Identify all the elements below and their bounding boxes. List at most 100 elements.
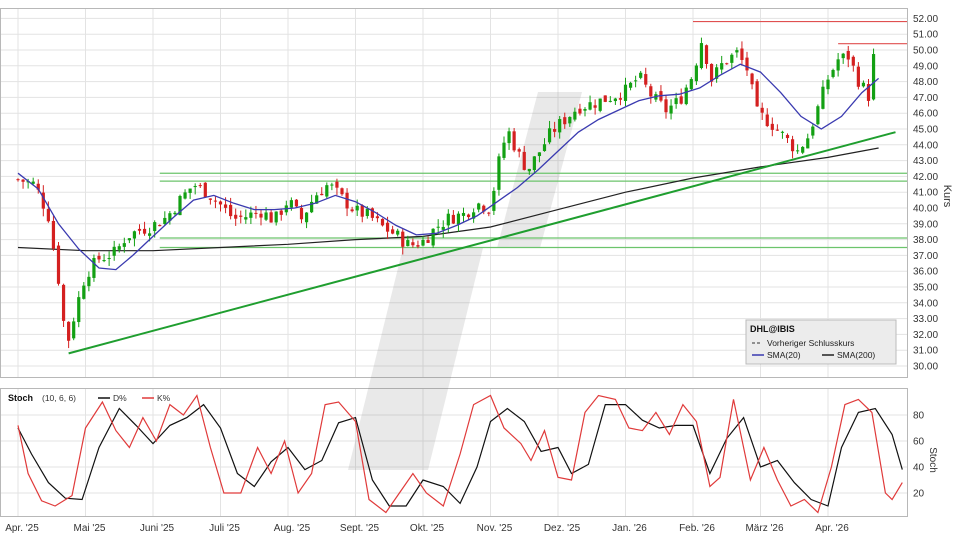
candle-body xyxy=(593,105,597,108)
candle-body xyxy=(249,212,253,218)
candle-body xyxy=(811,126,815,136)
candle-body xyxy=(436,226,440,228)
candle-body xyxy=(699,43,704,69)
candle-body xyxy=(578,108,582,114)
candle-body xyxy=(684,87,688,105)
candle-body xyxy=(664,99,668,113)
price-tick-label: 48.00 xyxy=(913,77,938,88)
candle-body xyxy=(613,98,617,102)
candle-body xyxy=(618,98,623,100)
candle-body xyxy=(512,131,516,151)
price-tick-label: 31.00 xyxy=(913,346,938,357)
legend-sma200-label: SMA(200) xyxy=(837,350,875,360)
month-label: Juli '25 xyxy=(209,523,240,534)
candle-body xyxy=(634,80,638,82)
price-tick-label: 36.00 xyxy=(913,267,938,278)
candle-body xyxy=(279,210,283,215)
candle-body xyxy=(841,53,845,59)
month-label: März '26 xyxy=(745,523,783,534)
stoch-params: (10, 6, 6) xyxy=(42,393,76,403)
price-tick-label: 47.00 xyxy=(913,93,938,104)
month-label: Apr. '25 xyxy=(5,523,39,534)
candle-body xyxy=(188,188,192,193)
candle-body xyxy=(173,212,177,215)
candle-body xyxy=(320,193,324,196)
chart-canvas: 30.00 31.00 32.00 33.00 34.00 35.00 36.00 37.00… xyxy=(0,8,953,534)
candle-body xyxy=(598,98,602,111)
candle-body xyxy=(158,225,162,227)
candle-body xyxy=(730,54,734,63)
candle-body xyxy=(775,129,779,131)
candle-body xyxy=(51,220,56,249)
candle-body xyxy=(264,212,268,220)
month-label: Sept. '25 xyxy=(340,523,380,534)
candle-body xyxy=(97,255,101,260)
candle-body xyxy=(299,207,304,220)
candle-body xyxy=(198,185,202,187)
price-tick-label: 38.00 xyxy=(913,235,938,246)
candle-body xyxy=(735,50,739,53)
legend-sma20-label: SMA(20) xyxy=(767,350,801,360)
stoch-d-label: D% xyxy=(113,393,127,403)
candle-body xyxy=(254,212,258,214)
stoch-k-label: K% xyxy=(157,393,171,403)
candle-body xyxy=(335,181,339,188)
candle-body xyxy=(836,59,840,71)
price-tick-label: 40.00 xyxy=(913,204,938,215)
candle-body xyxy=(694,65,698,82)
candle-body xyxy=(588,102,592,110)
candle-body xyxy=(304,212,309,223)
candle-body xyxy=(355,205,359,211)
stoch-tick-label: 80 xyxy=(913,411,925,422)
candle-body xyxy=(856,66,860,87)
candle-body xyxy=(821,86,825,109)
candle-body xyxy=(451,214,455,224)
candle-body xyxy=(77,297,81,323)
candle-body xyxy=(558,119,562,133)
candle-body xyxy=(487,212,491,214)
candle-body xyxy=(107,258,111,260)
price-tick-label: 37.00 xyxy=(913,251,938,262)
price-tick-label: 45.00 xyxy=(913,125,938,136)
candle-body xyxy=(831,69,835,77)
candle-body xyxy=(871,54,876,100)
price-tick-label: 41.00 xyxy=(913,188,938,199)
candle-body xyxy=(163,217,167,225)
candle-body xyxy=(102,260,106,262)
price-tick-label: 32.00 xyxy=(913,330,938,341)
candle-body xyxy=(411,242,415,246)
candle-body xyxy=(502,142,506,158)
candle-body xyxy=(416,245,420,247)
candle-body xyxy=(193,185,197,188)
candle-body xyxy=(547,128,552,143)
candle-body xyxy=(801,146,805,153)
candle-body xyxy=(340,188,344,195)
price-tick-label: 35.00 xyxy=(913,283,938,294)
price-tick-label: 33.00 xyxy=(913,314,938,325)
candle-body xyxy=(208,198,212,200)
candle-body xyxy=(365,208,369,217)
candle-body xyxy=(477,203,481,210)
candle-body xyxy=(244,217,248,220)
candle-body xyxy=(639,72,643,78)
candle-body xyxy=(294,199,299,207)
candle-body xyxy=(507,131,511,144)
candle-body xyxy=(563,117,567,125)
month-axis: Apr. '25 Mai '25 Juni '25 Juli '25 Aug. '25 S… xyxy=(5,523,849,534)
candle-body xyxy=(806,138,810,149)
month-label: Dez. '25 xyxy=(544,523,581,534)
month-label: Juni '25 xyxy=(140,523,175,534)
candle-body xyxy=(497,156,501,190)
price-tick-label: 50.00 xyxy=(913,46,938,57)
candle-body xyxy=(431,228,435,246)
candle-body xyxy=(325,185,329,197)
month-label: Okt. '25 xyxy=(410,523,445,534)
stoch-tick-label: 20 xyxy=(913,489,925,500)
candle-body xyxy=(679,96,683,104)
month-label: Nov. '25 xyxy=(477,523,513,534)
candle-body xyxy=(229,204,233,217)
month-label: Feb. '26 xyxy=(679,523,715,534)
candle-body xyxy=(92,258,96,278)
candle-body xyxy=(553,129,557,132)
candle-body xyxy=(522,151,526,170)
